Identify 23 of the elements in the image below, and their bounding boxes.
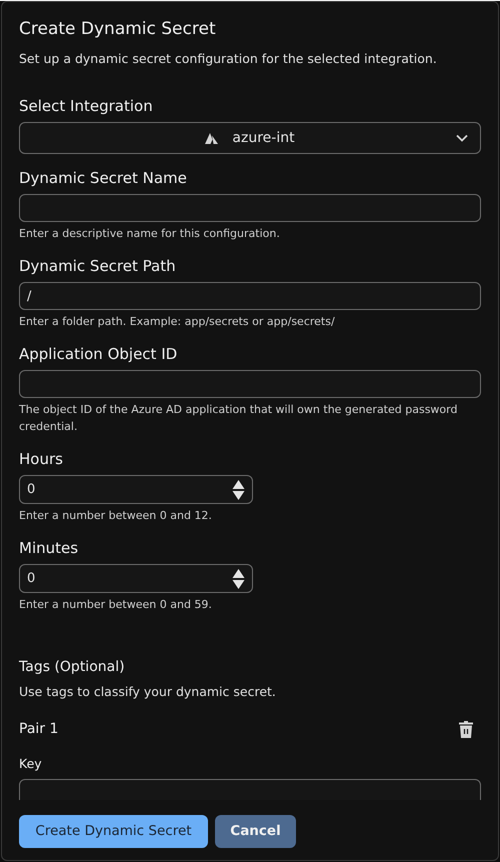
dialog-title: Create Dynamic Secret	[19, 18, 217, 40]
number-field[interactable]: 0	[19, 564, 253, 593]
field-label: Minutes	[19, 538, 80, 558]
number-field[interactable]: 0	[19, 475, 253, 504]
tags-title: Tags (Optional)	[19, 658, 126, 677]
field-hint: Enter a number between 0 and 59.	[19, 597, 213, 613]
pair-title: Pair 1	[19, 720, 58, 739]
field-hint: Enter a descriptive name for this configuration.	[19, 226, 281, 242]
dialog-description: Set up a dynamic secret configuration for the selected integration.	[19, 50, 438, 68]
key-label: Key	[19, 755, 43, 773]
integration-select[interactable]: azure-int	[19, 122, 481, 154]
field-label: Dynamic Secret Name	[19, 168, 188, 188]
text-field[interactable]: /	[19, 282, 481, 310]
field-label: Select Integration	[19, 96, 154, 116]
field-hint: The object ID of the Azure AD application that will own the generated password credential.	[19, 402, 458, 435]
field-label: Application Object ID	[19, 344, 178, 364]
field-label: Hours	[19, 449, 64, 469]
create-button[interactable]: Create Dynamic Secret	[19, 815, 208, 848]
field-label: Dynamic Secret Path	[19, 256, 177, 276]
field-hint: Enter a number between 0 and 12.	[19, 508, 213, 524]
cancel-button[interactable]: Cancel	[215, 815, 296, 848]
field-hint: Enter a folder path. Example: app/secrets or app/secrets/	[19, 314, 336, 330]
tags-description: Use tags to classify your dynamic secret.	[19, 683, 277, 701]
